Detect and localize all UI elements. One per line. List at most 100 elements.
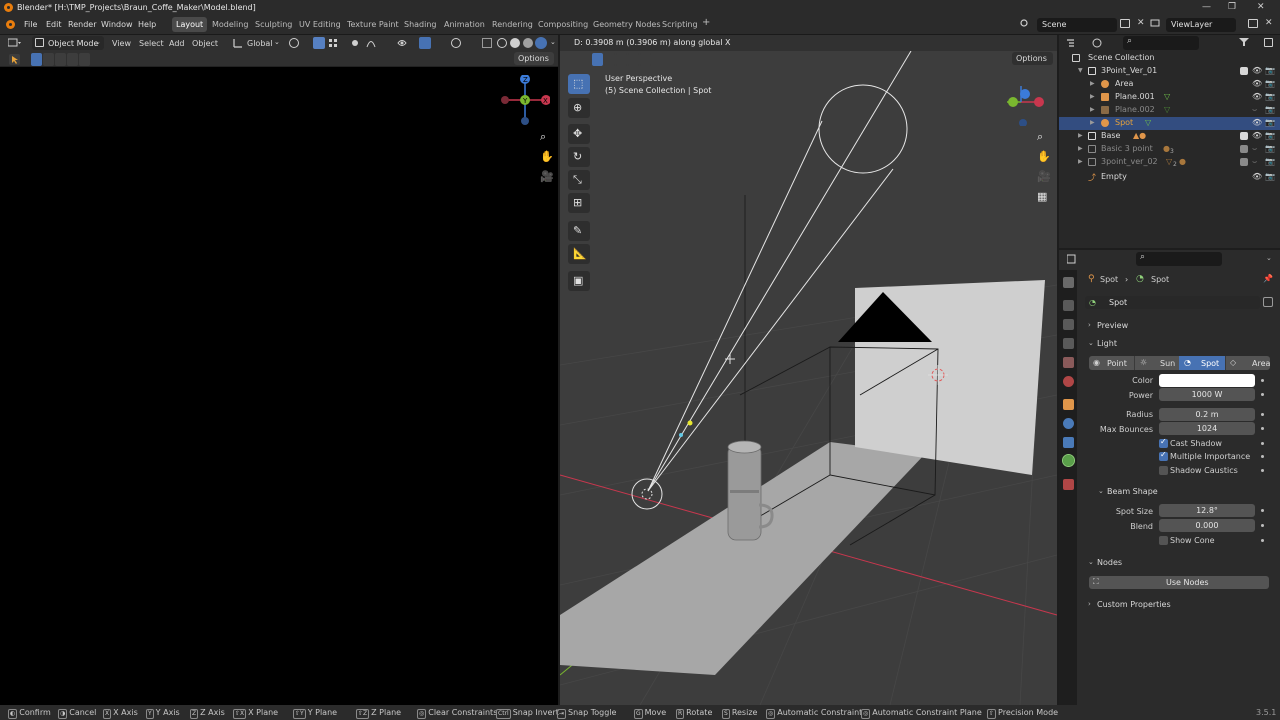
image-editor-area[interactable]	[0, 35, 558, 705]
tool-cursor[interactable]: ⊕	[568, 98, 590, 118]
mesh-children-icon[interactable]: ▽	[1166, 157, 1172, 166]
tab-uv-editing[interactable]: UV Editing	[299, 20, 341, 29]
fake-user-icon[interactable]	[1263, 297, 1273, 307]
mesh-data-icon[interactable]: ▽	[1164, 105, 1170, 114]
tab-compositing[interactable]: Compositing	[538, 20, 588, 29]
pivot-point-icon[interactable]	[289, 38, 299, 48]
proportional-edit-icon[interactable]	[352, 40, 358, 46]
options-dropdown[interactable]: Options	[514, 52, 554, 65]
texture-tab-icon[interactable]	[1063, 479, 1074, 490]
exclude-checkbox[interactable]	[1240, 158, 1248, 166]
section-light[interactable]: ⌄ Light	[1085, 337, 1275, 352]
physics-tab-icon[interactable]	[1063, 418, 1074, 429]
object-tab-icon[interactable]	[1063, 399, 1074, 410]
menu-window[interactable]: Window	[101, 20, 133, 29]
select-mode-difference-icon[interactable]	[67, 53, 78, 66]
camera-render-icon[interactable]: 📷	[1265, 105, 1275, 114]
keyframe-dot[interactable]	[1261, 393, 1264, 396]
use-nodes-button[interactable]: ⛶ Use Nodes	[1089, 576, 1269, 589]
light-children-icon[interactable]: ●	[1163, 144, 1170, 153]
expand-arrow-icon[interactable]: ▶	[1078, 132, 1083, 139]
expand-arrow-icon[interactable]: ▶	[1090, 119, 1095, 126]
keyframe-dot[interactable]	[1261, 427, 1264, 430]
outliner-row-spot[interactable]: ▶ Spot ▽ 👁 📷	[1059, 117, 1280, 130]
vp-select-new-icon[interactable]	[592, 53, 603, 66]
eye-icon[interactable]: 👁	[1252, 172, 1262, 181]
maximize-button[interactable]: ❐	[1228, 2, 1236, 12]
render-tab-icon[interactable]	[1063, 300, 1074, 311]
eye-icon[interactable]: 👁	[1252, 118, 1262, 127]
rendered-shading-icon[interactable]	[535, 37, 547, 49]
menu-add[interactable]: Add	[169, 39, 185, 48]
spot-blend-handle[interactable]	[687, 420, 693, 426]
tool-annotate[interactable]: ✎	[568, 221, 590, 241]
close-button[interactable]: ✕	[1257, 2, 1265, 12]
camera-view-button[interactable]: 🎥	[1033, 168, 1051, 186]
new-view-layer-icon[interactable]	[1248, 19, 1258, 28]
eye-icon[interactable]: 👁	[1252, 92, 1262, 101]
tool-transform[interactable]: ⊞	[568, 193, 590, 213]
tab-rendering[interactable]: Rendering	[492, 20, 533, 29]
keyframe-dot[interactable]	[1261, 413, 1264, 416]
vp-select-difference-icon[interactable]	[628, 53, 639, 66]
breadcrumb-object[interactable]: Spot	[1100, 275, 1118, 284]
outliner-row-area[interactable]: ▶ Area 👁 📷	[1059, 78, 1280, 91]
transform-orientation[interactable]: Global	[247, 39, 273, 48]
tab-sculpting[interactable]: Sculpting	[255, 20, 292, 29]
select-tool-icon[interactable]	[9, 54, 20, 65]
eye-icon[interactable]: 👁	[1252, 66, 1262, 75]
tab-modeling[interactable]: Modeling	[212, 20, 248, 29]
eye-icon[interactable]: 👁	[1252, 131, 1262, 140]
select-mode-new-icon[interactable]	[31, 53, 42, 66]
snap-toggle-icon[interactable]	[313, 37, 325, 49]
breadcrumb-data[interactable]: Spot	[1151, 275, 1169, 284]
viewport-options-dropdown[interactable]: Options	[1012, 52, 1053, 65]
menu-object[interactable]: Object	[192, 39, 218, 48]
add-workspace-button[interactable]: +	[702, 17, 710, 28]
tool-add-cube[interactable]: ▣	[568, 271, 590, 291]
expand-arrow-icon[interactable]: ▶	[1090, 80, 1095, 87]
left-pan-button[interactable]: ✋	[536, 148, 554, 166]
camera-render-icon[interactable]: 📷	[1265, 66, 1275, 75]
menu-help[interactable]: Help	[138, 20, 156, 29]
menu-render[interactable]: Render	[68, 20, 96, 29]
new-collection-icon[interactable]	[1264, 38, 1273, 47]
output-tab-icon[interactable]	[1063, 319, 1074, 330]
menu-select[interactable]: Select	[139, 39, 164, 48]
outliner-search[interactable]: ⌕	[1123, 36, 1199, 50]
tool-tab-icon[interactable]	[1063, 277, 1074, 288]
view-layer-tab-icon[interactable]	[1063, 338, 1074, 349]
delete-scene-icon[interactable]: ✕	[1137, 18, 1145, 28]
outliner-scene-collection[interactable]: Scene Collection	[1059, 52, 1280, 65]
power-field[interactable]: 1000 W	[1159, 388, 1255, 401]
expand-arrow-icon[interactable]: ▶	[1078, 145, 1083, 152]
blender-menu-icon[interactable]	[6, 20, 15, 29]
camera-render-icon[interactable]: 📷	[1265, 144, 1275, 153]
view-layer-selector[interactable]: ViewLayer	[1166, 18, 1236, 32]
world-tab-icon[interactable]	[1063, 376, 1074, 387]
vp-select-intersect-icon[interactable]	[640, 53, 651, 66]
camera-render-icon[interactable]: 📷	[1265, 157, 1275, 166]
overlay-toggle-icon[interactable]	[451, 38, 461, 48]
editor-type-icon[interactable]	[7, 38, 21, 48]
light-type-sun[interactable]: ☼ Sun	[1134, 356, 1179, 370]
outliner-row-3point-ver-02[interactable]: ▶ 3point_ver_02 ▽ 2 ● ⌣ 📷	[1059, 156, 1280, 169]
keyframe-dot[interactable]	[1261, 539, 1264, 542]
spot-data-icon[interactable]: ▽	[1145, 118, 1151, 127]
tool-move[interactable]: ✥	[568, 124, 590, 144]
expand-arrow-icon[interactable]: ▶	[1090, 93, 1095, 100]
xray-toggle-icon[interactable]	[482, 38, 492, 48]
blend-field[interactable]: 0.000	[1159, 519, 1255, 532]
expand-arrow-icon[interactable]: ▶	[1078, 158, 1083, 165]
keyframe-dot[interactable]	[1261, 442, 1264, 445]
visibility-filter-icon[interactable]	[397, 38, 407, 48]
tab-scripting[interactable]: Scripting	[662, 20, 698, 29]
tool-select-box[interactable]: ⬚	[568, 74, 590, 94]
left-camera-button[interactable]: 🎥	[536, 168, 554, 186]
outliner-row-basic-3-point[interactable]: ▶ Basic 3 point ● 3 ⌣ 📷	[1059, 143, 1280, 156]
tab-geometry-nodes[interactable]: Geometry Nodes	[593, 20, 660, 29]
shadow-caustics-checkbox[interactable]	[1159, 466, 1168, 475]
expand-arrow-icon[interactable]: ▶	[1090, 106, 1095, 113]
solid-shading-icon[interactable]	[510, 38, 520, 48]
exclude-checkbox[interactable]	[1240, 67, 1248, 75]
